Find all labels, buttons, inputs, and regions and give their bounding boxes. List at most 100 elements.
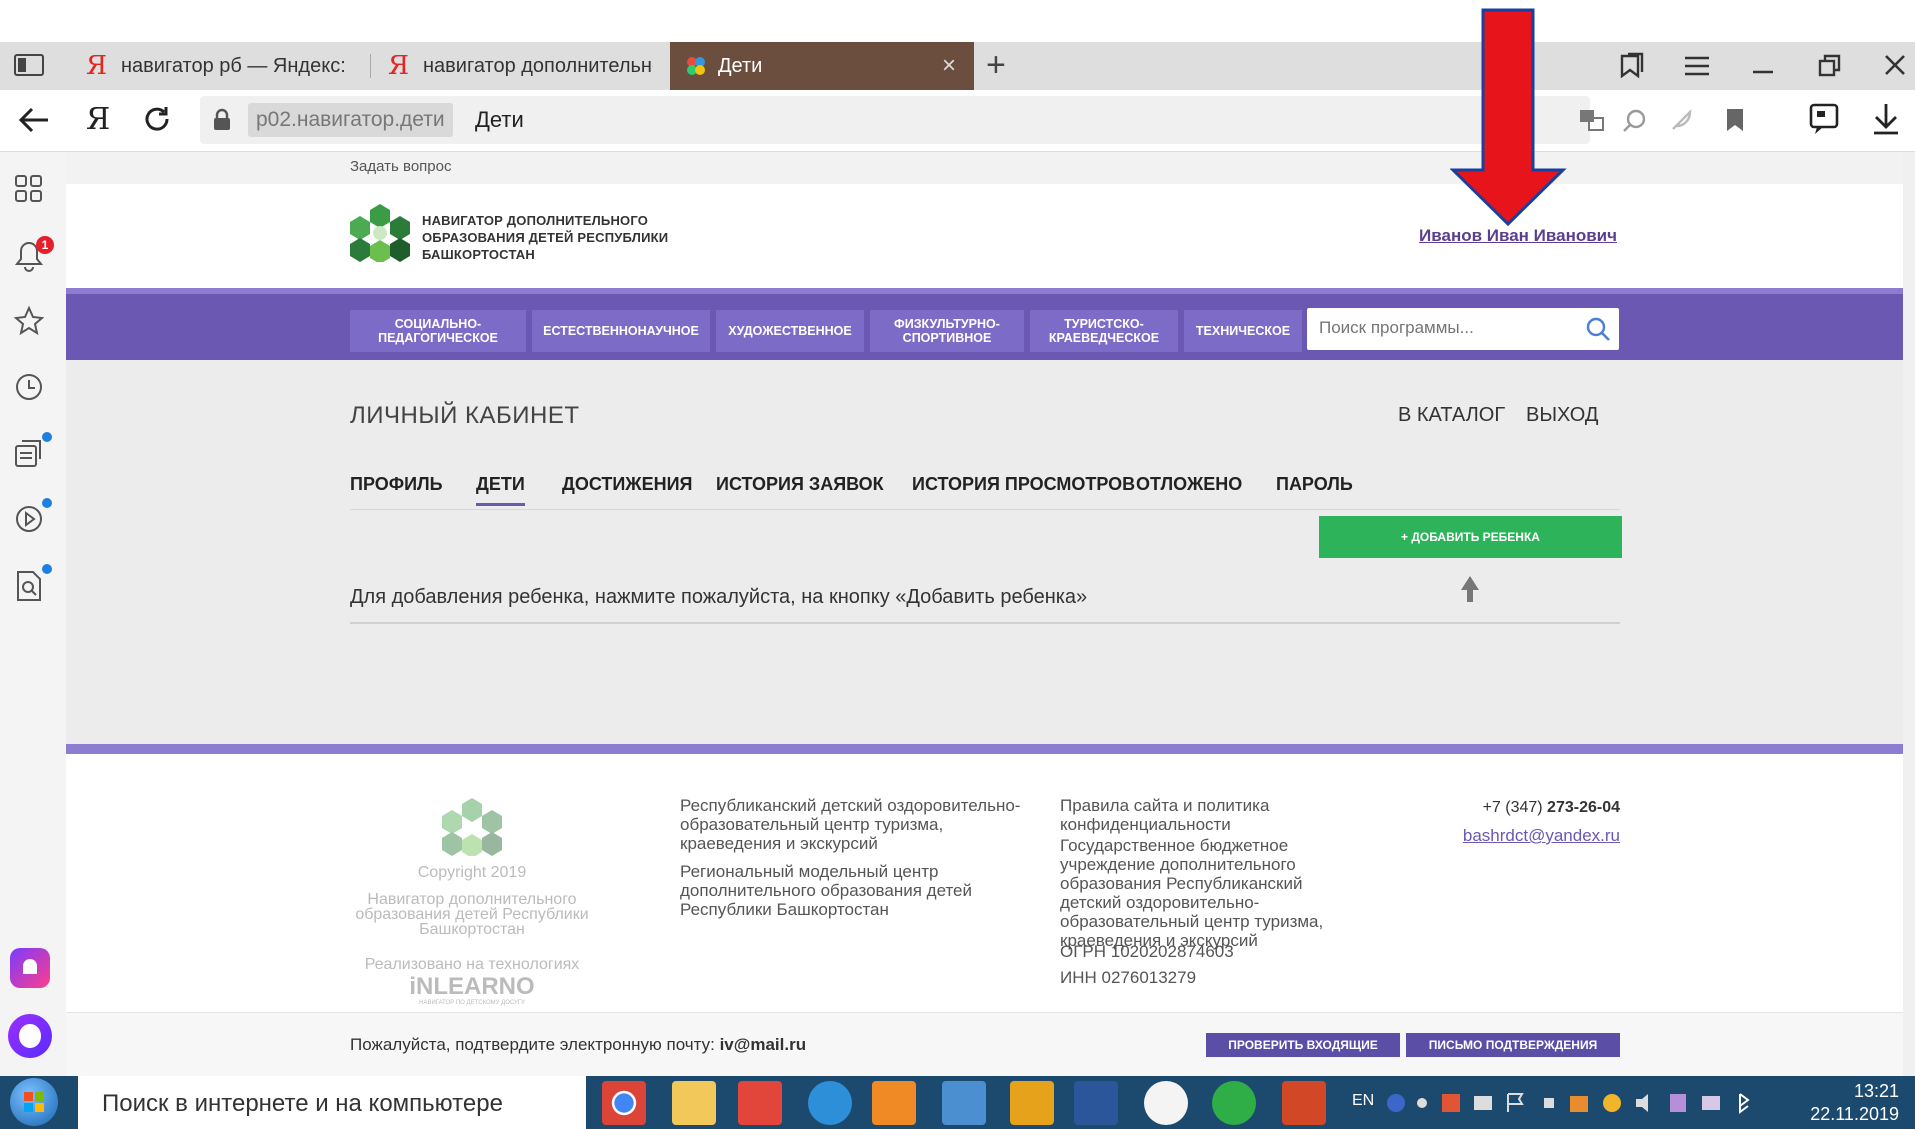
tab-achievements[interactable]: ДОСТИЖЕНИЯ (562, 474, 692, 503)
site-header: НАВИГАТОР ДОПОЛНИТЕЛЬНОГО ОБРАЗОВАНИЯ ДЕ… (66, 184, 1903, 288)
language-indicator[interactable]: EN (1352, 1092, 1374, 1110)
search-icon[interactable] (1585, 316, 1611, 342)
tabs-panel-icon[interactable] (14, 54, 44, 76)
taskbar-search-box[interactable]: Поиск в интернете и на компьютере (78, 1076, 586, 1129)
close-window-icon[interactable] (1884, 54, 1906, 76)
program-search-input[interactable] (1319, 318, 1579, 338)
yandex-home-icon[interactable]: Я (86, 102, 110, 137)
document-search-icon[interactable] (14, 564, 52, 606)
inlearno-logo[interactable]: iNLEARNO (350, 975, 594, 999)
red-arrow-annotation (1450, 8, 1570, 228)
footer-email-link[interactable]: bashrdct@yandex.ru (1366, 826, 1620, 845)
address-bar[interactable]: p02.навигатор.дети Дети (200, 96, 1743, 144)
footer-link-model-center[interactable]: Региональный модельный центр дополнитель… (680, 862, 1020, 919)
category-sports[interactable]: ФИЗКУЛЬТУРНО-СПОРТИВНОЕ (870, 310, 1024, 352)
reader-search-icon[interactable] (1622, 108, 1648, 134)
alice-assistant-icon[interactable] (8, 1014, 52, 1058)
ask-question-link[interactable]: Задать вопрос (350, 158, 451, 175)
category-menu: СОЦИАЛЬНО-ПЕДАГОГИЧЕСКОЕ ЕСТЕСТВЕННОНАУЧ… (66, 288, 1903, 360)
yandex-app-icon[interactable] (1144, 1081, 1188, 1125)
browser-sidebar: 1 (0, 152, 66, 1076)
check-inbox-button[interactable]: ПРОВЕРИТЬ ВХОДЯЩИЕ (1206, 1033, 1400, 1057)
zen-news-icon[interactable] (14, 432, 52, 474)
chrome-icon[interactable] (602, 1081, 646, 1125)
minimize-icon[interactable] (1752, 62, 1774, 74)
tab-close-icon[interactable]: × (942, 52, 956, 80)
tray-icons[interactable] (1384, 1090, 1784, 1116)
footer-link-center[interactable]: Республиканский детский оздоровительно-о… (680, 796, 1040, 853)
tab-password[interactable]: ПАРОЛЬ (1276, 474, 1353, 503)
new-tab-button[interactable]: + (986, 46, 1006, 85)
messenger-app-icon[interactable] (10, 948, 50, 988)
program-search-box (1307, 308, 1619, 350)
video-play-icon[interactable] (14, 498, 52, 540)
feather-icon[interactable] (1670, 108, 1694, 132)
add-child-button[interactable]: + ДОБАВИТЬ РЕБЕНКА (1319, 516, 1622, 558)
category-technical[interactable]: ТЕХНИЧЕСКОЕ (1184, 310, 1302, 352)
tab-label: Дети (718, 54, 763, 77)
translate-icon[interactable] (1578, 108, 1606, 134)
footer-org-full: Государственное бюджетное учреждение доп… (1060, 836, 1324, 950)
cabinet-tabs: ПРОФИЛЬ ДЕТИ ДОСТИЖЕНИЯ ИСТОРИЯ ЗАЯВОК И… (350, 470, 1620, 510)
tab-postponed[interactable]: ОТЛОЖЕНО (1136, 474, 1242, 503)
reload-icon[interactable] (142, 104, 172, 134)
media-player-icon[interactable] (872, 1081, 916, 1125)
yandex-browser-icon[interactable] (738, 1081, 782, 1125)
tab-yandex-search[interactable]: Я навигатор рб — Яндекс: на (70, 42, 360, 90)
logout-link[interactable]: ВЫХОД (1526, 404, 1598, 427)
hamster-app-icon[interactable] (1010, 1081, 1054, 1125)
presentation-app-icon[interactable] (1282, 1081, 1326, 1125)
audio-app-icon[interactable] (942, 1081, 986, 1125)
resend-confirmation-button[interactable]: ПИСЬМО ПОДТВЕРЖДЕНИЯ (1406, 1033, 1620, 1057)
tab-children[interactable]: ДЕТИ (476, 474, 525, 506)
web-page: Задать вопрос НАВИГАТОР ДОПОЛНИТЕЛЬНОГО … (66, 152, 1903, 1076)
download-icon[interactable] (1872, 102, 1900, 136)
category-artistic[interactable]: ХУДОЖЕСТВЕННОЕ (716, 310, 864, 352)
footer-logo-icon (440, 796, 504, 856)
favorites-star-icon[interactable] (14, 306, 50, 342)
taskbar-clock[interactable]: 13:21 22.11.2019 (1810, 1080, 1899, 1126)
page-scrollbar[interactable] (1903, 152, 1915, 1076)
lock-icon[interactable] (212, 108, 232, 132)
browser-navbar: Я p02.навигатор.дети Дети (0, 90, 1915, 152)
user-name-link[interactable]: Иванов Иван Иванович (1419, 226, 1617, 246)
internet-explorer-icon[interactable] (808, 1081, 852, 1125)
phone-prefix: +7 (347) (1482, 799, 1548, 816)
to-catalog-link[interactable]: В КАТАЛОГ (1398, 404, 1505, 427)
footer-policy-link[interactable]: Правила сайта и политика конфиденциально… (1060, 796, 1320, 834)
menu-icon[interactable] (1684, 56, 1710, 76)
email-confirm-bar: Пожалуйста, подтвердите электронную почт… (66, 1012, 1903, 1076)
clock-date: 22.11.2019 (1810, 1104, 1899, 1124)
tab-profile[interactable]: ПРОФИЛЬ (350, 474, 443, 503)
bookmark-icon[interactable] (1726, 108, 1744, 132)
start-button-icon[interactable] (10, 1078, 58, 1126)
services-grid-icon[interactable] (14, 174, 50, 210)
footer-copyright: Copyright 2019 (417, 864, 527, 881)
browser-tab-strip: Я навигатор рб — Яндекс: на Я навигатор … (0, 42, 1915, 90)
footer-org-name: Навигатор дополнительного образования де… (355, 891, 589, 938)
category-tourism[interactable]: ТУРИСТСКО-КРАЕВЕДЧЕСКОЕ (1030, 310, 1178, 352)
footer-ogrn: ОГРН 1020202874603 (1060, 942, 1234, 961)
notifications-bell-icon[interactable]: 1 (14, 236, 54, 276)
category-natural-science[interactable]: ЕСТЕСТВЕННОНАУЧНОЕ (532, 310, 710, 352)
site-logo-icon[interactable] (348, 202, 412, 262)
file-explorer-icon[interactable] (672, 1081, 716, 1125)
back-arrow-icon[interactable] (18, 106, 50, 134)
word-icon[interactable] (1074, 1081, 1118, 1125)
tab-view-history[interactable]: ИСТОРИЯ ПРОСМОТРОВ (912, 474, 1135, 503)
site-logo-text[interactable]: НАВИГАТОР ДОПОЛНИТЕЛЬНОГО ОБРАЗОВАНИЯ ДЕ… (422, 212, 692, 263)
tab-deti-active[interactable]: Дети × (670, 42, 974, 90)
tab-label: навигатор дополнительного (423, 54, 653, 77)
user-email: iv@mail.ru (719, 1035, 807, 1054)
category-social-pedagogical[interactable]: СОЦИАЛЬНО-ПЕДАГОГИЧЕСКОЕ (350, 310, 526, 352)
bookmarks-icon[interactable] (1618, 52, 1646, 80)
url-host: p02.навигатор.дети (248, 103, 453, 137)
mail-agent-icon[interactable] (1212, 1081, 1256, 1125)
tab-navigator-search[interactable]: Я навигатор дополнительного (372, 42, 670, 90)
windows-taskbar: Поиск в интернете и на компьютере EN 13:… (0, 1076, 1915, 1129)
collections-icon[interactable] (1808, 102, 1844, 136)
tab-request-history[interactable]: ИСТОРИЯ ЗАЯВОК (716, 474, 884, 503)
restore-icon[interactable] (1818, 54, 1842, 78)
footer-inn: ИНН 0276013279 (1060, 968, 1197, 987)
history-clock-icon[interactable] (14, 372, 50, 408)
